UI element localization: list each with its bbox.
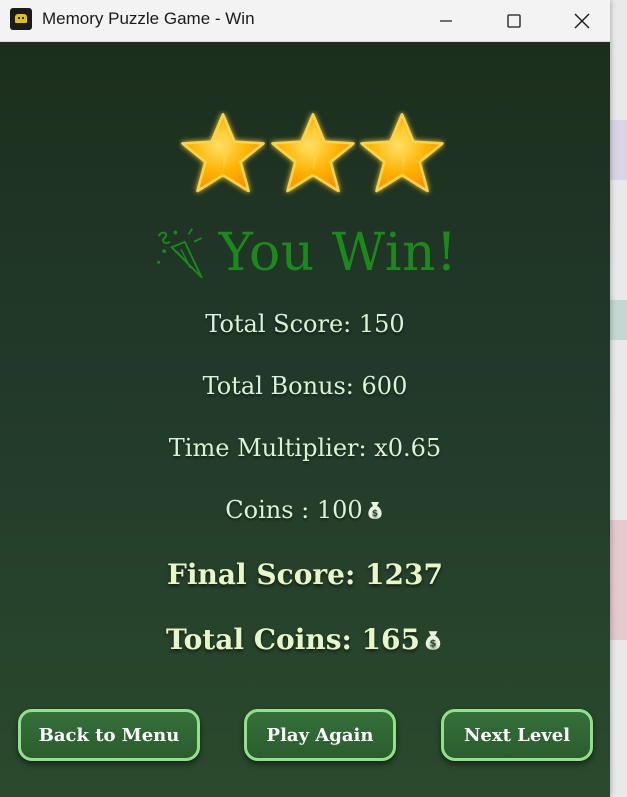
svg-text:$: $ bbox=[372, 509, 378, 519]
star-icon bbox=[181, 113, 265, 193]
win-heading: You Win! bbox=[0, 222, 610, 284]
money-bag-icon: $ bbox=[368, 502, 382, 519]
minimize-icon bbox=[440, 19, 452, 22]
next-level-button[interactable]: Next Level bbox=[441, 709, 593, 761]
close-button[interactable] bbox=[548, 0, 610, 41]
total-coins: Total Coins: 165 bbox=[165, 623, 420, 656]
star-icon bbox=[271, 113, 355, 193]
close-icon bbox=[574, 13, 590, 28]
maximize-icon bbox=[507, 13, 521, 28]
final-score: Final Score: 1237 bbox=[167, 558, 443, 591]
party-popper-icon bbox=[156, 228, 203, 279]
win-screen: You Win! Total Score: 150 Total Bonus: 6… bbox=[0, 42, 610, 797]
total-score: Total Score: 150 bbox=[205, 310, 405, 338]
star-rating bbox=[0, 110, 610, 200]
desktop-fragment bbox=[610, 120, 627, 180]
game-controller-icon bbox=[10, 8, 32, 30]
svg-text:$: $ bbox=[430, 639, 437, 650]
win-title: You Win! bbox=[218, 223, 458, 283]
title-bar[interactable]: Memory Puzzle Game - Win bbox=[0, 0, 610, 42]
star-icon bbox=[360, 113, 444, 193]
window-title: Memory Puzzle Game - Win bbox=[42, 9, 255, 28]
coins-earned: Coins : 100 bbox=[225, 496, 363, 524]
total-bonus: Total Bonus: 600 bbox=[202, 372, 408, 400]
coins-row: Coins : 100 $ bbox=[0, 496, 610, 524]
game-window: Memory Puzzle Game - Win You Win! Total … bbox=[0, 0, 610, 797]
back-to-menu-button[interactable]: Back to Menu bbox=[18, 709, 200, 761]
desktop-fragment bbox=[610, 520, 627, 640]
play-again-button[interactable]: Play Again bbox=[244, 709, 396, 761]
minimize-button[interactable] bbox=[412, 0, 480, 41]
money-bag-icon: $ bbox=[425, 631, 441, 650]
desktop-background bbox=[610, 0, 627, 797]
maximize-button[interactable] bbox=[480, 0, 548, 41]
desktop-fragment bbox=[610, 300, 627, 340]
total-coins-row: Total Coins: 165 $ bbox=[0, 623, 610, 656]
time-multiplier: Time Multiplier: x0.65 bbox=[168, 434, 442, 462]
